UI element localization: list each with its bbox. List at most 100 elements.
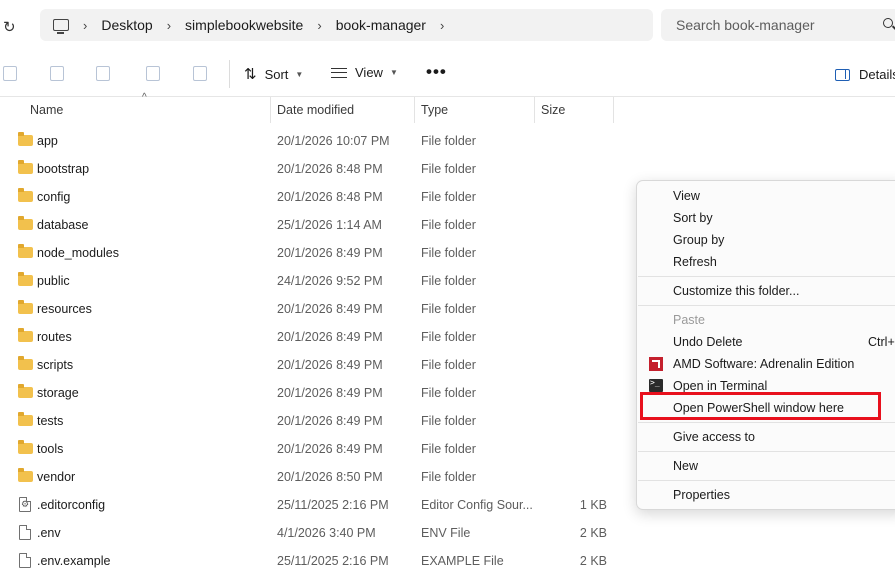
file-name: .editorconfig bbox=[37, 498, 106, 512]
file-type: File folder bbox=[421, 190, 476, 204]
menu-item-paste[interactable]: Paste bbox=[673, 313, 705, 327]
file-type: File folder bbox=[421, 274, 476, 288]
file-name: node_modules bbox=[37, 246, 120, 260]
breadcrumb-desktop[interactable]: Desktop bbox=[101, 17, 152, 33]
address-bar[interactable]: › Desktop › simplebookwebsite › book-man… bbox=[40, 9, 653, 41]
chevron-down-icon: ▼ bbox=[389, 68, 398, 77]
file-type: File folder bbox=[421, 134, 476, 148]
menu-item-customize-folder[interactable]: Customize this folder... bbox=[673, 284, 799, 298]
file-name: public bbox=[37, 274, 70, 288]
menu-item-view[interactable]: View bbox=[673, 189, 700, 203]
menu-item-sort-by[interactable]: Sort by bbox=[673, 211, 713, 225]
menu-item-open-terminal[interactable]: Open in Terminal bbox=[673, 379, 767, 393]
folder-icon bbox=[18, 328, 33, 342]
paste-icon[interactable] bbox=[50, 66, 64, 81]
file-type: ENV File bbox=[421, 526, 471, 540]
chevron-right-icon[interactable]: › bbox=[167, 18, 171, 33]
file-name: routes bbox=[37, 330, 72, 344]
list-item[interactable]: app 20/1/2026 10:07 PM File folder bbox=[0, 127, 895, 155]
share-icon[interactable] bbox=[146, 66, 160, 81]
folder-icon bbox=[18, 356, 33, 370]
file-name: .env bbox=[37, 526, 61, 540]
file-size: 1 KB bbox=[579, 498, 607, 512]
file-date: 20/1/2026 8:48 PM bbox=[277, 190, 383, 204]
file-date: 20/1/2026 8:49 PM bbox=[277, 330, 383, 344]
chevron-right-icon[interactable]: › bbox=[317, 18, 321, 33]
menu-item-amd-software[interactable]: AMD Software: Adrenalin Edition bbox=[673, 357, 854, 371]
search-input[interactable] bbox=[676, 17, 876, 33]
file-date: 20/1/2026 8:49 PM bbox=[277, 442, 383, 456]
this-pc-icon[interactable] bbox=[53, 19, 69, 34]
command-bar: ⇅ Sort ▼ View ▼ ••• Details bbox=[0, 50, 895, 97]
file-date: 20/1/2026 10:07 PM bbox=[277, 134, 390, 148]
list-item[interactable]: bootstrap 20/1/2026 8:48 PM File folder bbox=[0, 155, 895, 183]
file-type: File folder bbox=[421, 358, 476, 372]
folder-icon bbox=[18, 468, 33, 482]
file-date: 20/1/2026 8:50 PM bbox=[277, 470, 383, 484]
refresh-icon[interactable]: ↻ bbox=[3, 18, 16, 36]
column-header-type[interactable]: Type bbox=[421, 97, 534, 124]
toolbar-divider bbox=[229, 60, 230, 88]
file-type: File folder bbox=[421, 386, 476, 400]
file-type: Editor Config Sour... bbox=[421, 498, 533, 512]
file-date: 20/1/2026 8:49 PM bbox=[277, 414, 383, 428]
details-button[interactable]: Details bbox=[835, 67, 895, 82]
menu-divider bbox=[638, 276, 895, 277]
file-name: tools bbox=[37, 442, 64, 456]
folder-icon bbox=[18, 412, 33, 426]
file-name: bootstrap bbox=[37, 162, 90, 176]
column-divider[interactable] bbox=[534, 97, 535, 123]
file-name: app bbox=[37, 134, 58, 148]
menu-item-refresh[interactable]: Refresh bbox=[673, 255, 717, 269]
file-name: vendor bbox=[37, 470, 76, 484]
file-date: 20/1/2026 8:49 PM bbox=[277, 246, 383, 260]
menu-item-new[interactable]: New bbox=[673, 459, 698, 473]
column-header-date[interactable]: Date modified bbox=[277, 97, 414, 124]
column-divider[interactable] bbox=[613, 97, 614, 123]
view-button[interactable]: View ▼ bbox=[331, 65, 398, 80]
search-box[interactable] bbox=[661, 9, 895, 41]
list-item[interactable]: .env.example 25/11/2025 2:16 PM EXAMPLE Fi… bbox=[0, 547, 895, 575]
file-icon bbox=[19, 553, 31, 568]
file-date: 20/1/2026 8:49 PM bbox=[277, 386, 383, 400]
file-type: File folder bbox=[421, 162, 476, 176]
sort-label: Sort bbox=[264, 66, 289, 82]
file-icon bbox=[19, 525, 31, 540]
menu-item-give-access[interactable]: Give access to bbox=[673, 430, 755, 444]
column-header-name[interactable]: Name bbox=[30, 97, 270, 124]
file-name: .env.example bbox=[37, 554, 111, 568]
undo-shortcut: Ctrl+ bbox=[868, 335, 895, 349]
menu-divider bbox=[638, 480, 895, 481]
folder-icon bbox=[18, 160, 33, 174]
rename-icon[interactable] bbox=[96, 66, 110, 81]
column-divider[interactable] bbox=[414, 97, 415, 123]
breadcrumb-simplebookwebsite[interactable]: simplebookwebsite bbox=[185, 17, 303, 33]
menu-item-group-by[interactable]: Group by bbox=[673, 233, 724, 247]
file-name: tests bbox=[37, 414, 64, 428]
breadcrumb-book-manager[interactable]: book-manager bbox=[336, 17, 426, 33]
delete-icon[interactable] bbox=[193, 66, 207, 81]
terminal-icon bbox=[649, 378, 663, 392]
list-item[interactable]: .env 4/1/2026 3:40 PM ENV File 2 KB bbox=[0, 519, 895, 547]
file-date: 25/11/2025 2:16 PM bbox=[277, 554, 389, 568]
more-options-icon[interactable]: ••• bbox=[426, 62, 447, 82]
chevron-right-icon[interactable]: › bbox=[83, 18, 87, 33]
menu-item-undo-delete[interactable]: Undo Delete bbox=[673, 335, 743, 349]
view-icon bbox=[331, 67, 347, 78]
folder-icon bbox=[18, 384, 33, 398]
folder-icon bbox=[18, 440, 33, 454]
file-size: 2 KB bbox=[579, 554, 607, 568]
copy-icon[interactable] bbox=[3, 66, 17, 81]
file-type: EXAMPLE File bbox=[421, 554, 504, 568]
file-type: File folder bbox=[421, 470, 476, 484]
file-date: 20/1/2026 8:48 PM bbox=[277, 162, 383, 176]
search-icon[interactable] bbox=[883, 18, 893, 28]
menu-item-properties[interactable]: Properties bbox=[673, 488, 730, 502]
chevron-right-icon[interactable]: › bbox=[440, 18, 444, 33]
column-divider[interactable] bbox=[270, 97, 271, 123]
context-menu: View Sort by Group by Refresh Customize … bbox=[636, 180, 895, 510]
sort-button[interactable]: ⇅ Sort ▼ bbox=[244, 65, 303, 83]
view-label: View bbox=[355, 65, 383, 80]
column-header-size[interactable]: Size bbox=[541, 97, 613, 124]
details-label: Details bbox=[859, 67, 895, 82]
